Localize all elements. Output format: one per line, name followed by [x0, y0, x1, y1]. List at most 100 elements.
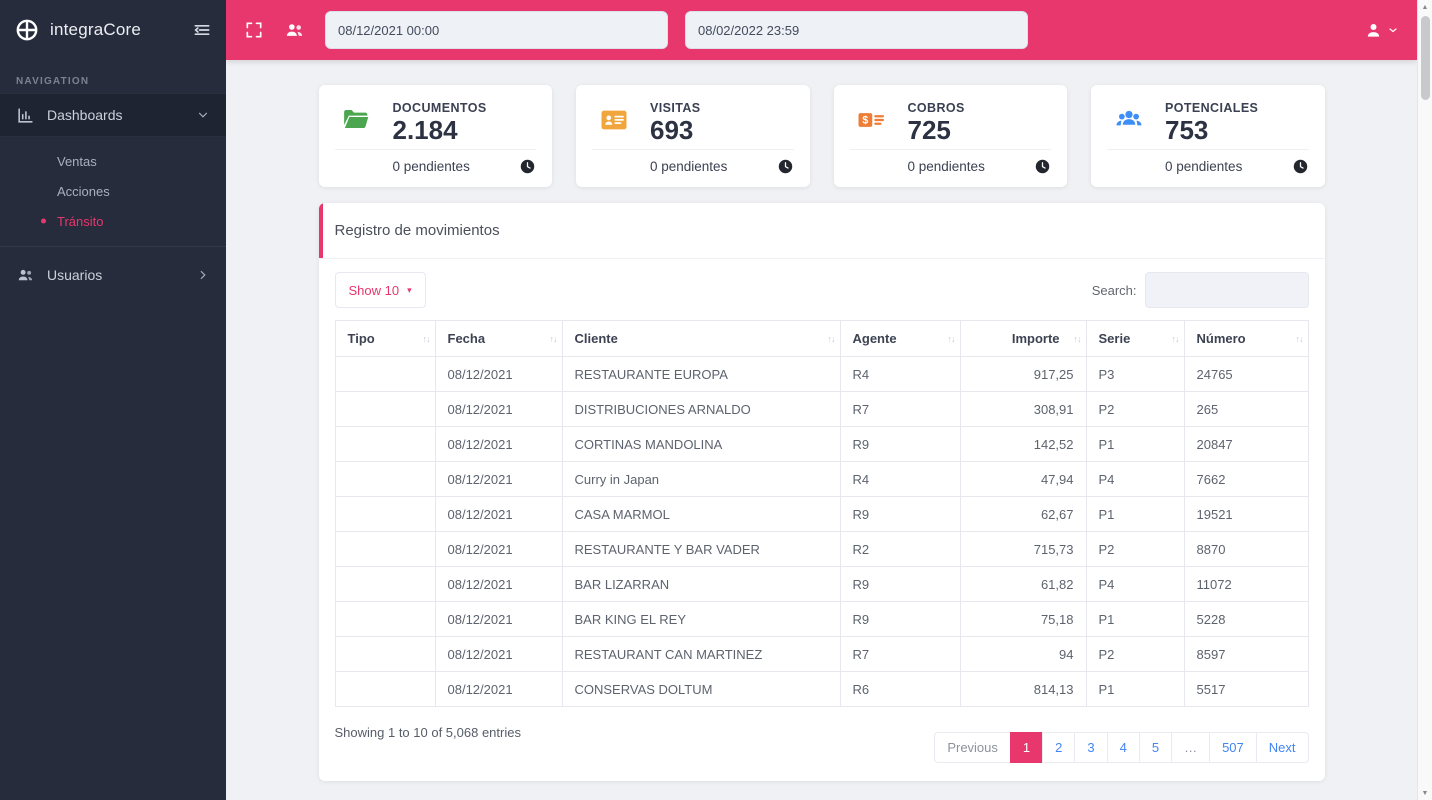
- cell-agente: R9: [839, 426, 961, 462]
- cell-tipo: [334, 531, 436, 567]
- column-header-agente[interactable]: Agente ↑↓: [839, 320, 961, 357]
- column-header-tipo[interactable]: Tipo ↑↓: [334, 320, 436, 357]
- clock-icon[interactable]: [1034, 158, 1051, 175]
- stat-title: POTENCIALES: [1165, 101, 1259, 115]
- caret-down-icon: ▾: [407, 284, 412, 295]
- money-icon: $: [850, 98, 893, 145]
- cell-numero: 11072: [1183, 566, 1309, 602]
- stat-pending: 0 pendientes: [650, 158, 728, 174]
- sidebar-item-transito[interactable]: Tránsito: [0, 206, 226, 236]
- table-row: 08/12/2021 BAR LIZARRAN R9 61,82 P4 1107…: [334, 566, 1309, 602]
- cell-agente: R4: [839, 356, 961, 392]
- pagination-previous[interactable]: Previous: [934, 732, 1011, 763]
- cell-cliente: CORTINAS MANDOLINA: [561, 426, 841, 462]
- cell-importe: 61,82: [959, 566, 1087, 602]
- users-icon: [16, 266, 35, 285]
- cell-tipo: [334, 391, 436, 427]
- table-row: 08/12/2021 RESTAURANT CAN MARTINEZ R7 94…: [334, 636, 1309, 672]
- clock-icon[interactable]: [777, 158, 794, 175]
- cell-fecha: 08/12/2021: [434, 566, 563, 602]
- table-row: 08/12/2021 CORTINAS MANDOLINA R9 142,52 …: [334, 426, 1309, 462]
- cell-importe: 47,94: [959, 461, 1087, 497]
- stat-value: 2.184: [392, 115, 458, 145]
- clock-icon[interactable]: [519, 158, 536, 175]
- sidebar: integraCore NAVIGATION Dashboards Ventas…: [0, 0, 226, 800]
- scrollbar-up-arrow[interactable]: ▲: [1418, 0, 1432, 14]
- clock-icon[interactable]: [1292, 158, 1309, 175]
- cell-agente: R9: [839, 601, 961, 637]
- sidebar-item-ventas[interactable]: Ventas: [0, 146, 226, 176]
- column-header-importe[interactable]: Importe ↑↓: [959, 320, 1087, 357]
- panel-title: Registro de movimientos: [334, 222, 500, 239]
- cell-cliente: CASA MARMOL: [561, 496, 841, 532]
- entries-info: Showing 1 to 10 of 5,068 entries: [334, 725, 521, 740]
- scrollbar-thumb[interactable]: [1420, 16, 1430, 100]
- cell-cliente: DISTRIBUCIONES ARNALDO: [561, 391, 841, 427]
- cell-fecha: 08/12/2021: [434, 671, 563, 707]
- stat-value: 693: [650, 115, 694, 145]
- stat-card-potenciales: POTENCIALES 753 0 pendientes: [1091, 85, 1325, 187]
- cell-importe: 94: [959, 636, 1087, 672]
- sidebar-header: integraCore: [0, 0, 226, 60]
- date-from-input[interactable]: [325, 11, 668, 49]
- chevron-right-icon: [196, 268, 210, 282]
- sidebar-collapse-icon[interactable]: [192, 20, 212, 40]
- sidebar-item-acciones[interactable]: Acciones: [0, 176, 226, 206]
- cell-tipo: [334, 636, 436, 672]
- stat-value: 753: [1165, 115, 1209, 145]
- dashboards-submenu: Ventas Acciones Tránsito: [0, 137, 226, 246]
- stat-pending: 0 pendientes: [907, 158, 985, 174]
- cell-fecha: 08/12/2021: [434, 636, 563, 672]
- agents-icon[interactable]: [284, 20, 305, 41]
- pagination-page-2[interactable]: 2: [1042, 732, 1076, 763]
- cell-fecha: 08/12/2021: [434, 426, 563, 462]
- brand-logo-icon: [14, 17, 40, 43]
- cell-numero: 265: [1183, 391, 1309, 427]
- cell-fecha: 08/12/2021: [434, 531, 563, 567]
- pagination-page-1[interactable]: 1: [1009, 732, 1044, 763]
- page-content: DOCUMENTOS 2.184 0 pendientes VISITAS 69…: [226, 60, 1417, 800]
- sort-icon: ↑↓: [1073, 333, 1082, 344]
- sidebar-item-label: Usuarios: [47, 267, 103, 283]
- cell-fecha: 08/12/2021: [434, 461, 563, 497]
- pagination-next[interactable]: Next: [1255, 732, 1309, 763]
- cell-tipo: [334, 671, 436, 707]
- sort-icon: ↑↓: [1295, 333, 1304, 344]
- sidebar-item-dashboards[interactable]: Dashboards: [0, 93, 226, 137]
- panel-accent-bar: [318, 203, 323, 258]
- table-header-row: Tipo ↑↓ Fecha ↑↓ Cliente ↑↓ Agente ↑↓ Import…: [334, 320, 1309, 357]
- cell-numero: 8870: [1183, 531, 1309, 567]
- svg-text:$: $: [862, 115, 868, 127]
- column-header-cliente[interactable]: Cliente ↑↓: [561, 320, 841, 357]
- pagination-page-4[interactable]: 4: [1106, 732, 1140, 763]
- stats-row: DOCUMENTOS 2.184 0 pendientes VISITAS 69…: [318, 85, 1325, 187]
- column-header-serie[interactable]: Serie ↑↓: [1085, 320, 1185, 357]
- fullscreen-icon[interactable]: [244, 20, 264, 40]
- chart-icon: [16, 106, 35, 125]
- table-row: 08/12/2021 CONSERVAS DOLTUM R6 814,13 P1…: [334, 671, 1309, 707]
- pagination-page-5[interactable]: 5: [1138, 732, 1173, 763]
- sidebar-item-usuarios[interactable]: Usuarios: [0, 253, 226, 297]
- chevron-down-icon: [196, 108, 210, 122]
- sort-icon: ↑↓: [827, 333, 836, 344]
- cell-tipo: [334, 461, 436, 497]
- cell-tipo: [334, 601, 436, 637]
- show-entries-dropdown[interactable]: Show 10 ▾: [334, 272, 426, 308]
- column-header-numero[interactable]: Número ↑↓: [1183, 320, 1309, 357]
- cell-serie: P4: [1085, 566, 1185, 602]
- pagination-page-3[interactable]: 3: [1074, 732, 1108, 763]
- pagination-page-507[interactable]: 507: [1209, 732, 1257, 763]
- scrollbar-down-arrow[interactable]: ▼: [1418, 786, 1432, 800]
- cell-agente: R7: [839, 636, 961, 672]
- sidebar-divider: [0, 246, 226, 247]
- table-row: 08/12/2021 CASA MARMOL R9 62,67 P1 19521: [334, 496, 1309, 532]
- cell-numero: 24765: [1183, 356, 1309, 392]
- account-menu-button[interactable]: [1363, 20, 1399, 41]
- id-card-icon: [592, 98, 635, 145]
- table-row: 08/12/2021 Curry in Japan R4 47,94 P4 76…: [334, 461, 1309, 497]
- column-header-fecha[interactable]: Fecha ↑↓: [434, 320, 563, 357]
- search-input[interactable]: [1144, 272, 1309, 308]
- cell-cliente: BAR LIZARRAN: [561, 566, 841, 602]
- cell-cliente: RESTAURANTE Y BAR VADER: [561, 531, 841, 567]
- date-to-input[interactable]: [685, 11, 1028, 49]
